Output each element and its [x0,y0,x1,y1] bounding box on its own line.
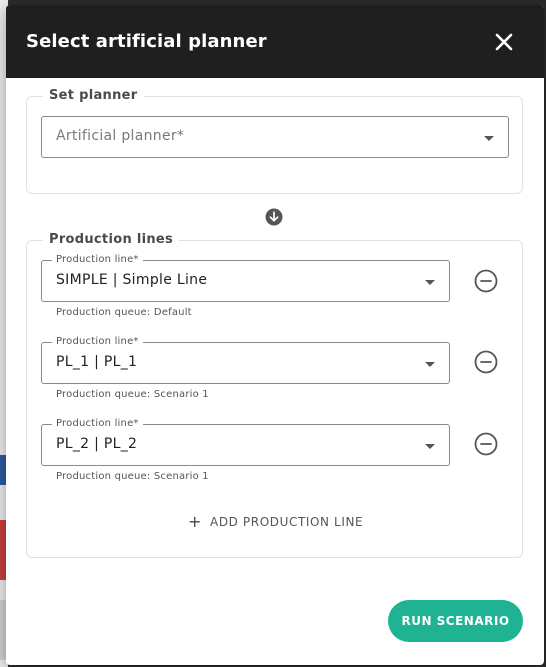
production-queue-text: Production queue: Scenario 1 [56,471,209,482]
production-line-select[interactable]: Production line* SIMPLE | Simple Line [41,254,450,302]
production-queue-text: Production queue: Default [56,307,192,318]
close-icon [495,33,513,50]
field-label: Production line* [52,418,143,429]
minus-circle-icon [474,269,498,293]
arrow-down-circle-icon [265,208,283,226]
section-title: Set planner [43,88,144,103]
production-lines-section: Production lines Production line* SIMPLE… [26,232,523,558]
field-label: Production line* [52,254,143,265]
dialog-title: Select artificial planner [26,31,267,52]
chevron-down-icon [425,362,435,367]
production-queue-text: Production queue: Scenario 1 [56,389,209,400]
minus-circle-icon [474,350,498,374]
chevron-down-icon [425,444,435,449]
remove-line-button[interactable] [474,269,498,293]
dialog-body: Set planner Artificial planner* Producti… [6,78,544,665]
plus-icon: + [188,512,203,531]
run-scenario-button[interactable]: RUN SCENARIO [388,600,523,642]
add-production-line-button[interactable]: + ADD PRODUCTION LINE [188,514,363,530]
select-value: PL_1 | PL_1 [56,354,138,370]
artificial-planner-select[interactable]: Artificial planner* [41,116,509,158]
chevron-down-icon [484,136,494,141]
field-label: Production line* [52,336,143,347]
set-planner-section: Set planner Artificial planner* [26,88,523,194]
remove-line-button[interactable] [474,350,498,374]
minus-circle-icon [474,432,498,456]
remove-line-button[interactable] [474,432,498,456]
select-planner-dialog: Select artificial planner Set planner Ar… [6,5,544,665]
select-value: SIMPLE | Simple Line [56,272,208,288]
production-line-select[interactable]: Production line* PL_2 | PL_2 [41,418,450,466]
select-placeholder: Artificial planner* [56,128,185,144]
dialog-header: Select artificial planner [6,5,544,78]
production-line-select[interactable]: Production line* PL_1 | PL_1 [41,336,450,384]
select-value: PL_2 | PL_2 [56,436,138,452]
chevron-down-icon [425,280,435,285]
add-production-line-label: ADD PRODUCTION LINE [210,515,364,529]
close-button[interactable] [492,30,516,54]
section-title: Production lines [43,232,180,247]
